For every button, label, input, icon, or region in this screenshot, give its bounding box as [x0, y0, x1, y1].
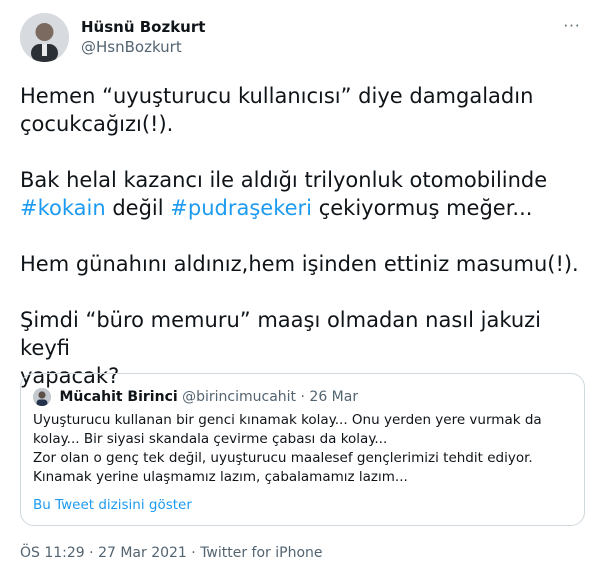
author-names: Hüsnü Bozkurt @HsnBozkurt	[81, 17, 205, 57]
meta-separator: ·	[186, 545, 201, 561]
quoted-date[interactable]: 26 Mar	[309, 389, 358, 405]
tweet-date[interactable]: 27 Mar 2021	[98, 545, 187, 561]
author-avatar[interactable]	[20, 13, 69, 62]
tweet-text-fragment: çekiyormuş meğer...	[312, 196, 533, 220]
quoted-line: Zor olan o genç tek değil, uyuşturucu ma…	[33, 450, 533, 466]
quoted-tweet-text: Uyuşturucu kullanan bir genci kınamak ko…	[33, 411, 573, 487]
quoted-tweet[interactable]: Mücahit Birinci @birincimucahit · 26 Mar…	[20, 373, 585, 526]
tweet-text: Hemen “uyuşturucu kullanıcısı” diye damg…	[20, 82, 580, 390]
tweet-line-with-hashtags: #kokain değil #pudraşekeri çekiyormuş me…	[20, 194, 580, 222]
tweet-line: Hemen “uyuşturucu kullanıcısı” diye damg…	[20, 84, 534, 108]
hashtag-kokain[interactable]: #kokain	[20, 196, 106, 220]
quoted-line: Uyuşturucu kullanan bir genci kınamak ko…	[33, 412, 542, 428]
quoted-line: Kınamak yerine ulaşmamız lazım, çabalama…	[33, 469, 408, 485]
tweet-line: çocukcağızı(!).	[20, 112, 174, 136]
author-username[interactable]: @HsnBozkurt	[81, 37, 205, 57]
show-thread-link[interactable]: Bu Tweet dizisini göster	[33, 495, 192, 515]
quoted-author-display-name[interactable]: Mücahit Birinci	[59, 389, 177, 405]
hashtag-pudrasekeri[interactable]: #pudraşekeri	[170, 196, 312, 220]
tweet-line: Hem günahını aldınız,hem işinden ettiniz…	[20, 252, 579, 276]
tweet-source[interactable]: Twitter for iPhone	[200, 545, 322, 561]
tweet-line: Bak helal kazancı ile aldığı trilyonluk …	[20, 168, 548, 192]
tweet-line: Şimdi “büro memuru” maaşı olmadan nasıl …	[20, 308, 542, 360]
more-options-icon[interactable]: ···	[561, 17, 583, 35]
tweet-header: Hüsnü Bozkurt @HsnBozkurt ···	[20, 13, 585, 65]
tweet-metadata: ÖS 11:29 · 27 Mar 2021 · Twitter for iPh…	[20, 543, 323, 563]
tweet-card: Hüsnü Bozkurt @HsnBozkurt ··· Hemen “uyu…	[0, 0, 601, 578]
tweet-text-fragment: değil	[105, 196, 171, 220]
quoted-tweet-header: Mücahit Birinci @birincimucahit · 26 Mar	[33, 387, 358, 407]
quoted-author-avatar[interactable]	[33, 388, 51, 406]
meta-separator: ·	[84, 545, 99, 561]
tweet-time[interactable]: ÖS 11:29	[20, 545, 85, 561]
quoted-author-username[interactable]: @birincimucahit	[182, 389, 296, 405]
quoted-separator: ·	[300, 389, 305, 405]
quoted-line: kolay... Bir siyasi skandala çevirme çab…	[33, 431, 388, 447]
author-display-name[interactable]: Hüsnü Bozkurt	[81, 17, 205, 37]
